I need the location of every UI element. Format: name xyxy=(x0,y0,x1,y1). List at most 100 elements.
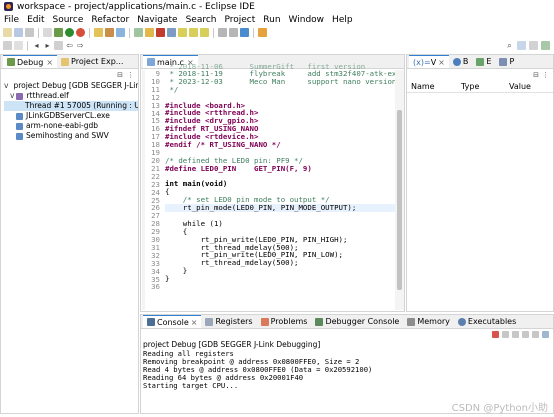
back-icon[interactable]: ◂ xyxy=(32,41,41,50)
pin-icon[interactable] xyxy=(258,28,267,37)
chevron-down-icon[interactable]: v xyxy=(4,81,8,91)
code-area[interactable]: * 2018-11-19 flybreak add stm32f407-atk-… xyxy=(165,70,404,291)
debugger-console-icon xyxy=(315,317,324,326)
perspective-debug-icon[interactable] xyxy=(541,41,550,50)
pin-console-icon[interactable] xyxy=(532,331,539,338)
disconnect-icon[interactable] xyxy=(167,28,176,37)
scrollbar-thumb[interactable] xyxy=(397,110,402,290)
nav-forward-icon[interactable]: ⇨ xyxy=(76,41,85,50)
console-output[interactable]: Reading all registers Removing breakpoint… xyxy=(141,350,553,390)
variables-icon: (x)= xyxy=(413,57,431,67)
stop-icon[interactable] xyxy=(76,28,85,37)
terminate-icon[interactable] xyxy=(156,28,165,37)
last-edit-icon[interactable] xyxy=(54,41,63,50)
tree-item-thread[interactable]: Thread #1 57005 (Running : User xyxy=(4,101,138,111)
nav-back-icon[interactable]: ⇦ xyxy=(65,41,74,50)
tab-variables[interactable]: (x)= V × xyxy=(409,55,449,68)
expressions-icon xyxy=(476,57,485,66)
scroll-lock-icon[interactable] xyxy=(522,331,529,338)
build-icon[interactable] xyxy=(43,28,52,37)
step-return-icon[interactable] xyxy=(200,28,209,37)
peripherals-icon[interactable] xyxy=(240,28,249,37)
variables-table-header: Name Type Value xyxy=(407,81,553,93)
code-line: #endif /* RT_USING_NANO */ xyxy=(165,140,281,150)
suspend-icon[interactable] xyxy=(145,28,154,37)
elf-icon xyxy=(16,92,24,100)
process-icon xyxy=(16,112,23,120)
collapse-all-icon[interactable]: ⊟ xyxy=(533,71,539,79)
menu-project[interactable]: Project xyxy=(224,15,255,25)
resume-icon[interactable] xyxy=(134,28,143,37)
view-menu-icon[interactable]: ⋮ xyxy=(542,71,549,79)
tab-console[interactable]: Console × xyxy=(143,315,202,328)
close-icon[interactable]: × xyxy=(46,58,53,67)
filter-icon[interactable]: ⋮ xyxy=(127,71,134,79)
tab-peripherals[interactable]: P xyxy=(495,55,518,68)
menu-navigate[interactable]: Navigate xyxy=(137,15,177,25)
tree-item-process[interactable]: Semihosting and SWV xyxy=(4,131,138,141)
debug-run-icon[interactable] xyxy=(54,28,63,37)
tab-registers[interactable]: Registers xyxy=(201,315,256,328)
forward-icon[interactable]: ▸ xyxy=(43,41,52,50)
executables-icon xyxy=(457,317,466,326)
close-icon[interactable]: × xyxy=(438,58,445,67)
perspective-git-icon[interactable] xyxy=(529,41,538,50)
close-icon[interactable]: × xyxy=(191,318,198,327)
save-all-icon[interactable] xyxy=(25,28,34,37)
c-file-icon xyxy=(147,58,155,66)
menu-edit[interactable]: Edit xyxy=(27,15,44,25)
menu-help[interactable]: Help xyxy=(332,15,353,25)
menu-refactor[interactable]: Refactor xyxy=(91,15,129,25)
step-over-icon[interactable] xyxy=(189,28,198,37)
registers-icon xyxy=(205,317,214,326)
collapse-all-icon[interactable]: ⊟ xyxy=(117,71,123,79)
terminate-icon[interactable] xyxy=(492,331,499,338)
menu-file[interactable]: File xyxy=(4,15,19,25)
mark-icon[interactable] xyxy=(14,41,23,50)
tree-item-process[interactable]: JLinkGDBServerCL.exe xyxy=(4,111,138,121)
menu-source[interactable]: Source xyxy=(53,15,84,25)
step-into-icon[interactable] xyxy=(178,28,187,37)
edit-icon[interactable] xyxy=(3,41,12,50)
menu-window[interactable]: Window xyxy=(289,15,325,25)
toolbar-separator xyxy=(27,40,28,51)
tab-problems[interactable]: Problems xyxy=(257,315,312,328)
menu-search[interactable]: Search xyxy=(186,15,217,25)
tab-project-explorer[interactable]: Project Exp... xyxy=(57,55,127,68)
save-icon[interactable] xyxy=(14,28,23,37)
tab-debug[interactable]: Debug × xyxy=(3,55,58,68)
quick-access-search-icon[interactable]: ⌕ xyxy=(505,41,514,50)
column-name[interactable]: Name xyxy=(411,82,461,91)
column-value[interactable]: Value xyxy=(509,82,531,91)
tree-item-process[interactable]: arm-none-eabi-gdb xyxy=(4,121,138,131)
open-type-icon[interactable] xyxy=(94,28,103,37)
tab-expressions[interactable]: E xyxy=(472,55,495,68)
tab-breakpoints[interactable]: B xyxy=(449,55,473,68)
editor-scrollbar[interactable] xyxy=(395,70,404,310)
perspective-cpp-icon[interactable] xyxy=(517,41,526,50)
clear-console-icon[interactable] xyxy=(512,331,519,338)
remove-launch-icon[interactable] xyxy=(502,331,509,338)
display-console-icon[interactable] xyxy=(542,331,549,338)
tab-debugger-console[interactable]: Debugger Console xyxy=(311,315,403,328)
tab-memory[interactable]: Memory xyxy=(403,315,454,328)
tab-executables[interactable]: Executables xyxy=(454,315,520,328)
instruction-step-icon[interactable] xyxy=(218,28,227,37)
code-line: while (1) xyxy=(165,218,223,228)
memory-icon xyxy=(407,317,416,326)
column-type[interactable]: Type xyxy=(461,82,509,91)
new-icon[interactable] xyxy=(3,28,12,37)
tree-item-elf[interactable]: v rtthread.elf xyxy=(4,91,138,101)
main-toolbar xyxy=(0,26,554,39)
watermark: CSDN @Python小助 xyxy=(451,403,548,414)
process-icon xyxy=(16,122,23,130)
toolbar-separator xyxy=(213,27,214,38)
menu-run[interactable]: Run xyxy=(263,15,280,25)
peripherals-icon xyxy=(499,57,508,66)
console-icon[interactable] xyxy=(116,28,125,37)
reset-icon[interactable] xyxy=(229,28,238,37)
chevron-down-icon[interactable]: v xyxy=(10,91,14,101)
run-icon[interactable] xyxy=(65,28,74,37)
tree-item-launch[interactable]: v project Debug [GDB SEGGER J-Link xyxy=(4,81,138,91)
search-icon[interactable] xyxy=(105,28,114,37)
